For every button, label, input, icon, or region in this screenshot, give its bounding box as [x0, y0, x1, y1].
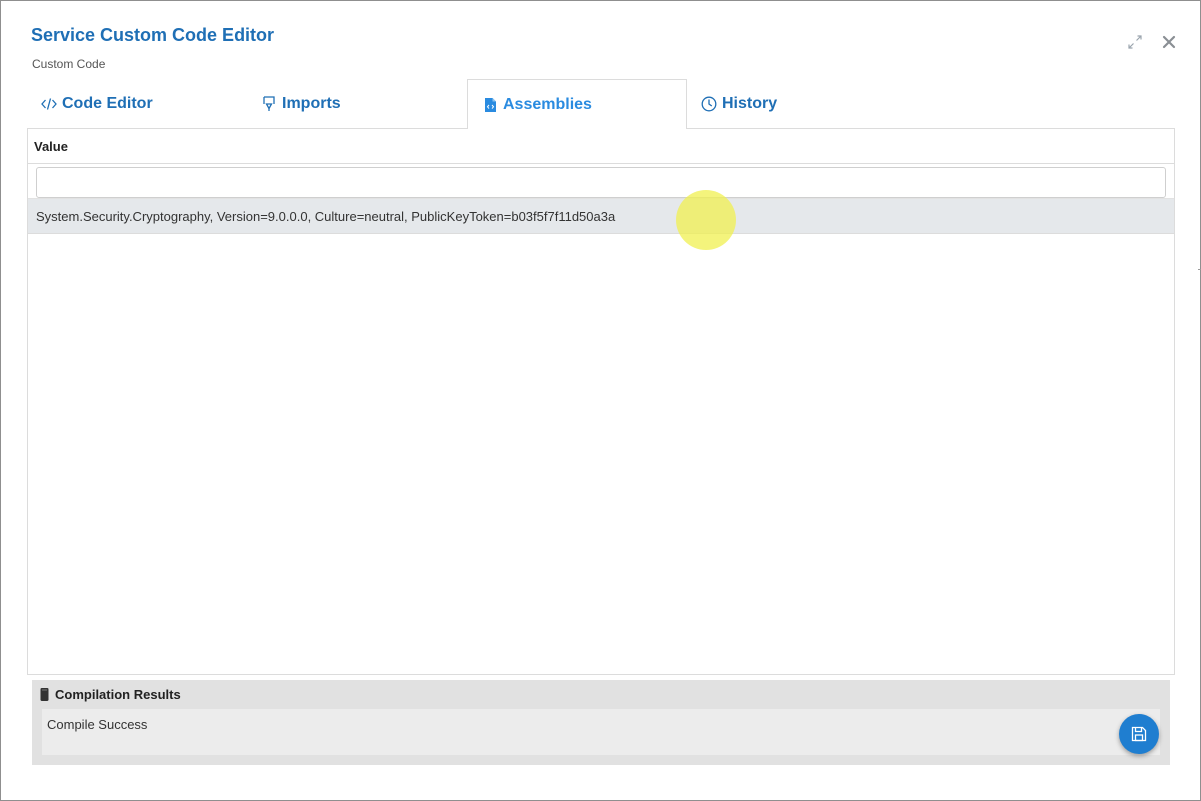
- expand-icon[interactable]: [1126, 33, 1144, 51]
- tab-label: Code Editor: [62, 95, 153, 112]
- value-filter-input[interactable]: [36, 167, 1166, 198]
- save-icon: [1131, 726, 1147, 742]
- file-code-icon: [482, 97, 498, 113]
- save-button[interactable]: [1119, 714, 1159, 754]
- header-actions: [1126, 33, 1178, 51]
- filter-row: [28, 164, 1174, 199]
- compilation-results-header: Compilation Results: [40, 687, 181, 702]
- assembly-value-cell: System.Security.Cryptography, Version=9.…: [36, 208, 616, 224]
- table-row[interactable]: System.Security.Cryptography, Version=9.…: [28, 199, 1174, 234]
- tab-assemblies[interactable]: Assemblies: [467, 79, 687, 130]
- tab-label: Assemblies: [503, 95, 592, 113]
- editor-tabs: Code Editor Imports Assemblies History: [27, 79, 1175, 130]
- tab-label: Imports: [282, 95, 341, 112]
- custom-code-editor-dialog: Service Custom Code Editor Custom Code C…: [0, 0, 1201, 801]
- assemblies-grid: Value System.Security.Cryptography, Vers…: [27, 129, 1175, 675]
- code-icon: [41, 96, 57, 112]
- compilation-results-panel: Compilation Results Compile Success: [32, 680, 1170, 765]
- tab-label: History: [722, 95, 778, 112]
- dialog-title: Service Custom Code Editor: [31, 25, 275, 45]
- dialog-subtitle: Custom Code: [32, 57, 106, 71]
- clock-icon: [701, 96, 717, 112]
- compilation-results-title: Compilation Results: [55, 687, 181, 702]
- import-icon: [261, 96, 277, 112]
- column-header-value[interactable]: Value: [28, 129, 1174, 164]
- phone-icon: [40, 688, 50, 701]
- compilation-message: Compile Success: [42, 709, 1160, 755]
- tab-history[interactable]: History: [687, 79, 907, 129]
- tab-code-editor[interactable]: Code Editor: [27, 79, 247, 129]
- tab-imports[interactable]: Imports: [247, 79, 467, 129]
- close-icon[interactable]: [1160, 33, 1178, 51]
